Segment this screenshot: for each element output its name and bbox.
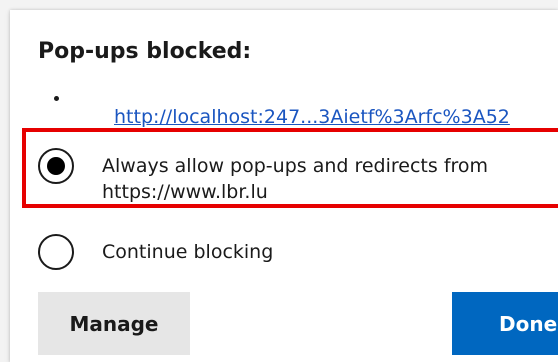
- always-allow-label-line2: https://www.lbr.lu: [102, 181, 268, 203]
- always-allow-label-line1: Always allow pop-ups and redirects from: [102, 155, 489, 177]
- blocked-popup-link[interactable]: http://localhost:247...3Aietf%3Arfc%3A52: [114, 106, 510, 128]
- continue-blocking-radio[interactable]: [38, 234, 74, 270]
- list-bullet: [54, 96, 59, 101]
- dialog-title: Pop-ups blocked:: [38, 39, 252, 64]
- manage-button[interactable]: Manage: [38, 292, 190, 355]
- done-button[interactable]: Done: [452, 292, 558, 355]
- always-allow-label[interactable]: Always allow pop-ups and redirects from …: [102, 153, 488, 205]
- always-allow-radio[interactable]: [38, 148, 74, 184]
- continue-blocking-label[interactable]: Continue blocking: [102, 239, 273, 265]
- popups-blocked-dialog: Pop-ups blocked: http://localhost:247...…: [10, 10, 558, 362]
